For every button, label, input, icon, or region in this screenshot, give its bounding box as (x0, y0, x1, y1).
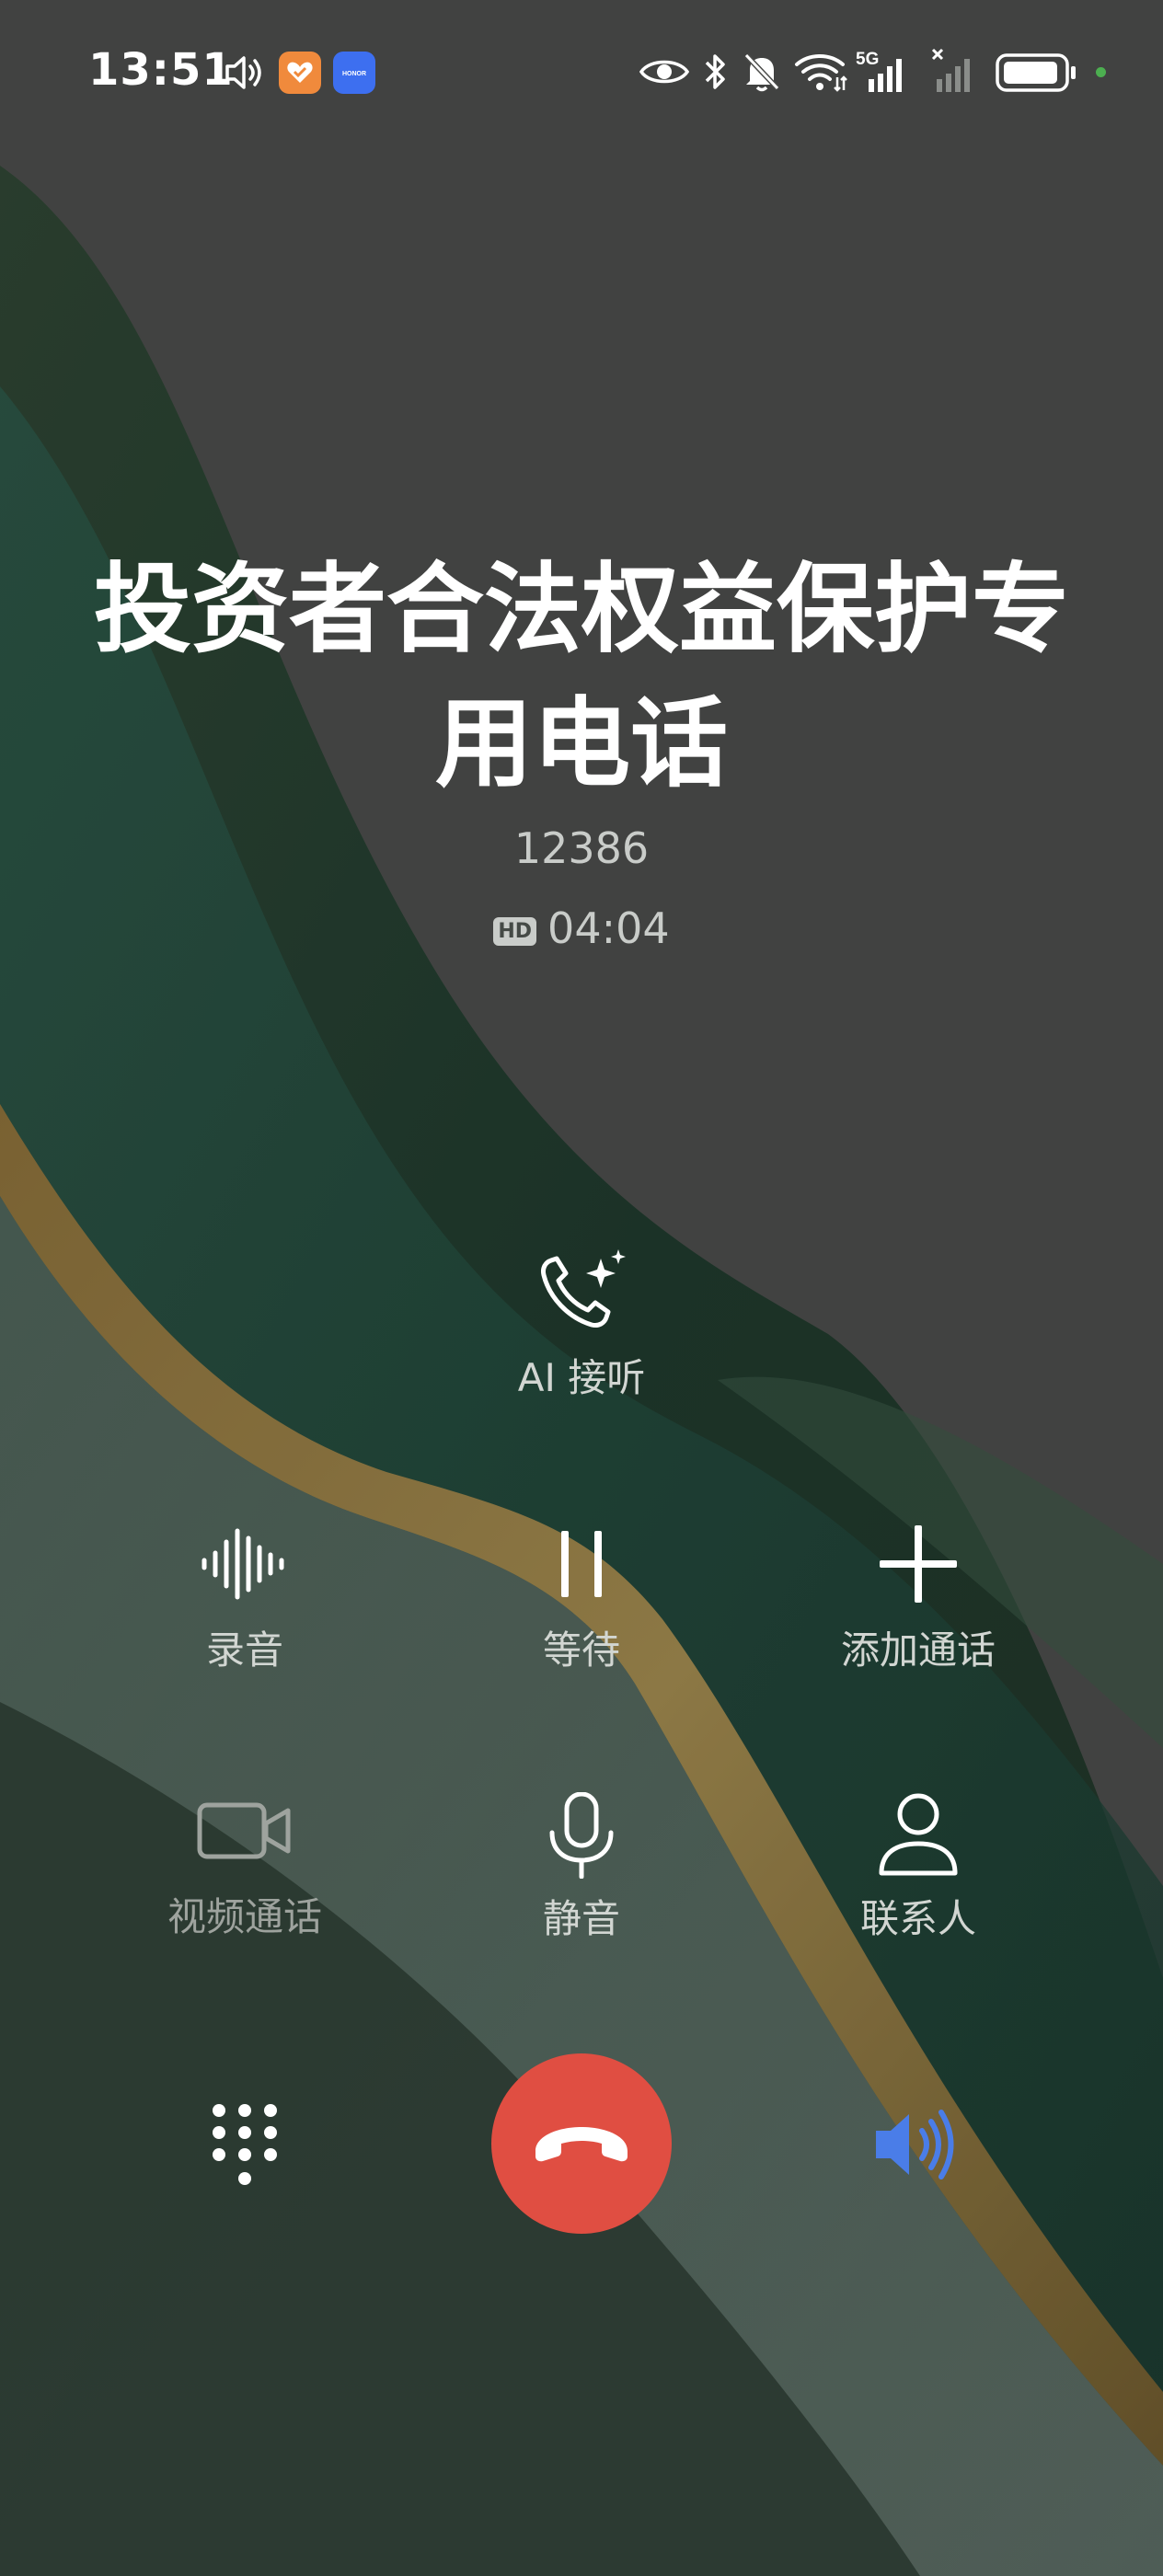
eye-icon (639, 60, 690, 84)
call-duration-time: 04:04 (547, 903, 670, 953)
contacts-label: 联系人 (859, 1896, 976, 1941)
microphone-icon (549, 1792, 614, 1879)
sound-wave-icon (202, 1528, 284, 1600)
privacy-indicator-dot (1096, 67, 1106, 77)
status-bar: 13:51 HONOR 5G (0, 0, 1163, 147)
end-call-button[interactable] (491, 2053, 672, 2234)
ai-phone-sparkle-icon (541, 1249, 626, 1328)
battery-icon (996, 53, 1076, 92)
mute-bell-icon (743, 52, 780, 92)
hang-up-icon (535, 2127, 628, 2162)
caller-number: 12386 (513, 823, 650, 873)
status-time: 13:51 (88, 44, 234, 96)
hold-button[interactable]: 等待 (434, 1525, 729, 1675)
health-app-icon (279, 52, 321, 94)
caller-name-line2: 用电话 (435, 687, 728, 800)
person-icon (879, 1793, 958, 1876)
contacts-button[interactable]: 联系人 (771, 1792, 1065, 1944)
add-call-label: 添加通话 (840, 1627, 996, 1673)
pause-icon (561, 1531, 602, 1597)
caller-name: 投资者合法权益保护专 用电话 (0, 543, 1163, 811)
wifi-icon (795, 54, 847, 92)
speaker-icon[interactable] (870, 2101, 962, 2188)
call-duration: HD 04:04 (0, 903, 1163, 953)
hd-badge: HD (493, 917, 537, 946)
hold-label: 等待 (542, 1627, 620, 1673)
add-call-button[interactable]: 添加通话 (771, 1525, 1065, 1675)
volume-icon (225, 56, 261, 89)
honor-app-icon: HONOR (333, 52, 375, 94)
mute-button[interactable]: 静音 (434, 1792, 729, 1944)
ai-answer-button[interactable]: AI 接听 (434, 1248, 729, 1403)
no-signal-icon (931, 48, 970, 92)
record-button[interactable]: 录音 (98, 1525, 392, 1675)
video-call-label: 视频通话 (167, 1894, 322, 1939)
honor-app-label: HONOR (342, 71, 366, 77)
5g-signal-icon: 5G (856, 50, 902, 92)
bluetooth-icon (705, 54, 725, 89)
network-type-label: 5G (856, 50, 879, 69)
video-camera-icon (197, 1802, 291, 1859)
caller-name-line1: 投资者合法权益保护专 (94, 553, 1069, 666)
record-label: 录音 (205, 1627, 283, 1673)
dialpad-icon[interactable] (210, 2101, 280, 2188)
ai-answer-label: AI 接听 (517, 1355, 646, 1400)
plus-icon (880, 1525, 957, 1603)
mute-label: 静音 (542, 1896, 620, 1941)
video-call-button[interactable]: 视频通话 (98, 1792, 392, 1942)
